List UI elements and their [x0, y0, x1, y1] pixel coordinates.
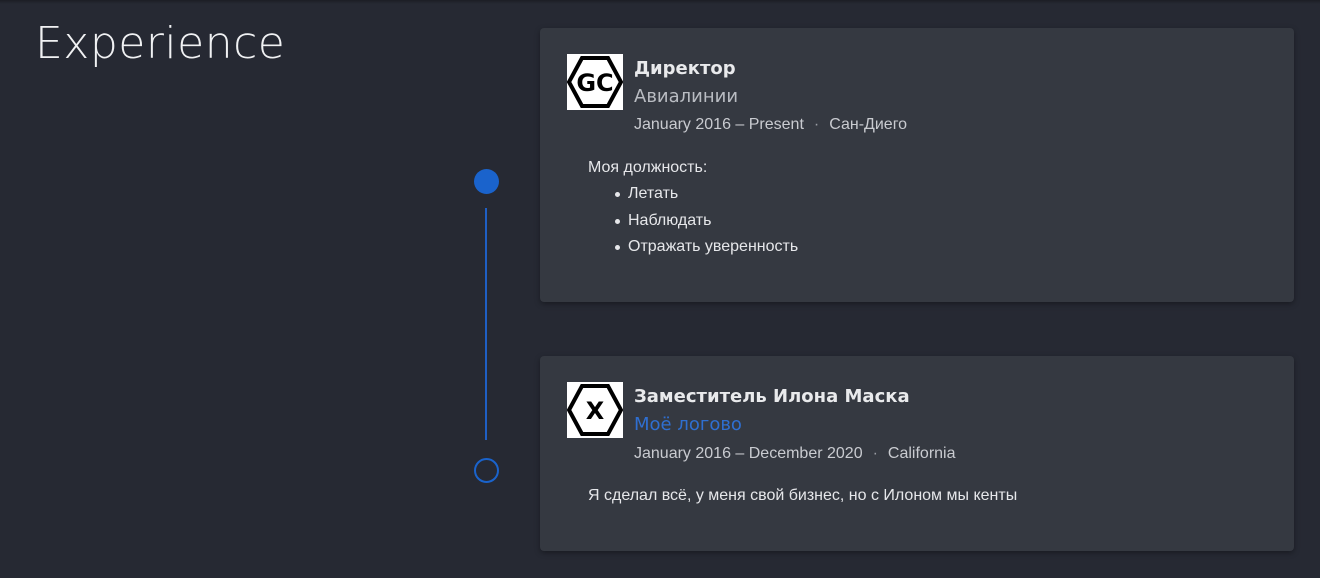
job-description: Моя должность: Летать Наблюдать Отражать… [588, 159, 798, 264]
description-text: Я сделал всё, у меня свой бизнес, но с И… [588, 487, 1018, 504]
list-item: Наблюдать [588, 211, 798, 238]
experience-card: GC Директор Авиалинии January 2016 – Pre… [540, 28, 1294, 302]
gc-hexagon-logo-icon: GC [567, 54, 623, 110]
job-location: California [887, 445, 956, 462]
timeline-marker-outline [474, 458, 499, 483]
meta-separator: · [872, 445, 878, 462]
job-title: Директор [634, 58, 736, 79]
timeline-marker-filled [474, 169, 499, 194]
logo-text: GC [576, 69, 613, 97]
job-meta: January 2016 – December 2020 · California [634, 445, 956, 463]
company-link[interactable]: Моё логово [634, 414, 742, 435]
job-location: Сан-Диего [829, 116, 908, 133]
x-hexagon-logo-icon: X [567, 382, 623, 438]
logo-text: X [586, 397, 605, 425]
meta-separator: · [813, 116, 820, 133]
job-description: Я сделал всё, у меня свой бизнес, но с И… [588, 487, 1017, 505]
experience-card: X Заместитель Илона Маска Моё логово Jan… [540, 356, 1294, 551]
description-text: Моя должность: [588, 159, 708, 176]
job-meta: January 2016 – Present · Сан-Диего [634, 116, 907, 134]
duties-list: Летать Наблюдать Отражать уверенность [588, 184, 798, 264]
timeline-line [485, 208, 487, 440]
top-shadow [0, 0, 1320, 4]
job-dates: January 2016 – December 2020 [634, 445, 863, 462]
job-title: Заместитель Илона Маска [634, 386, 910, 407]
list-item: Летать [588, 184, 798, 211]
section-title: Experience [35, 18, 286, 69]
job-dates: January 2016 – Present [634, 116, 804, 133]
list-item: Отражать уверенность [588, 237, 798, 264]
company-name: Авиалинии [634, 86, 739, 107]
